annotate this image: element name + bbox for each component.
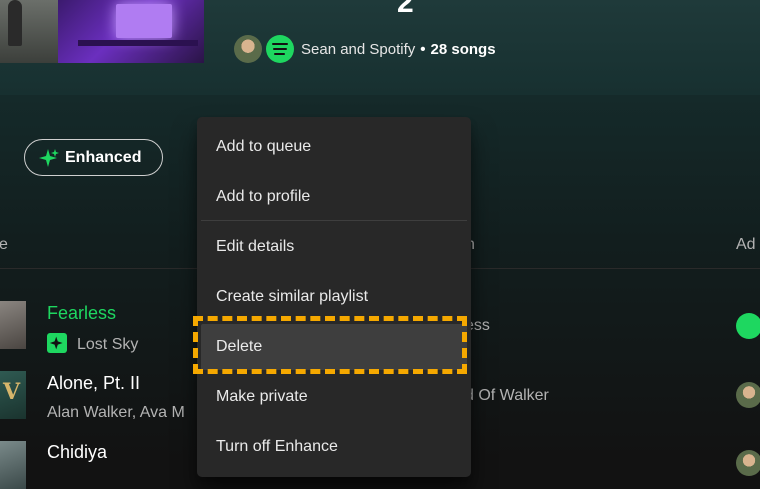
spotify-logo-icon[interactable]: [266, 35, 294, 63]
track-2-title[interactable]: Alone, Pt. II: [47, 373, 140, 394]
context-menu: Add to queue Add to profile Edit details…: [197, 117, 471, 477]
playlist-owner[interactable]: Sean and Spotify: [301, 41, 415, 58]
enhanced-label: Enhanced: [65, 148, 142, 166]
track-2-artist[interactable]: Alan Walker, Ava M: [47, 404, 185, 422]
track-2-art: [0, 371, 26, 419]
enhanced-button[interactable]: Enhanced: [24, 139, 163, 176]
song-count: 28 songs: [430, 40, 496, 58]
playlist-header: 2 Sean and Spotify • 28 songs: [0, 0, 760, 95]
track-3-art: [0, 441, 26, 489]
playlist-cover-left: [0, 0, 58, 63]
track-1-artist[interactable]: Lost Sky: [77, 336, 138, 353]
menu-item-create-similar-playlist[interactable]: Create similar playlist: [201, 274, 467, 320]
menu-item-edit-details[interactable]: Edit details: [201, 224, 467, 270]
track-2-album[interactable]: d Of Walker: [465, 387, 549, 405]
menu-item-add-to-queue[interactable]: Add to queue: [201, 124, 467, 170]
meta-separator: •: [420, 40, 426, 58]
user-avatar[interactable]: [234, 35, 262, 63]
menu-item-turn-off-enhance[interactable]: Turn off Enhance: [201, 424, 467, 470]
column-header-date-added[interactable]: Ad: [736, 236, 756, 254]
menu-item-add-to-profile[interactable]: Add to profile: [201, 174, 467, 220]
added-by-avatar: [736, 382, 760, 408]
playlist-title: 2: [397, 0, 414, 19]
sparkle-icon: [39, 148, 59, 167]
playlist-cover-right: [58, 0, 204, 63]
playlist-meta: Sean and Spotify • 28 songs: [234, 35, 496, 63]
track-1-art: [0, 301, 26, 349]
column-header-title[interactable]: e: [0, 236, 8, 254]
enhanced-badge-icon: [47, 333, 67, 353]
menu-item-make-private[interactable]: Make private: [201, 374, 467, 420]
spotify-added-by-icon: [736, 313, 760, 339]
menu-item-delete[interactable]: Delete: [201, 324, 467, 370]
track-1-title[interactable]: Fearless: [47, 303, 116, 324]
track-1-artist-line: Lost Sky: [47, 333, 138, 354]
menu-divider: [201, 220, 467, 221]
added-by-avatar: [736, 450, 760, 476]
